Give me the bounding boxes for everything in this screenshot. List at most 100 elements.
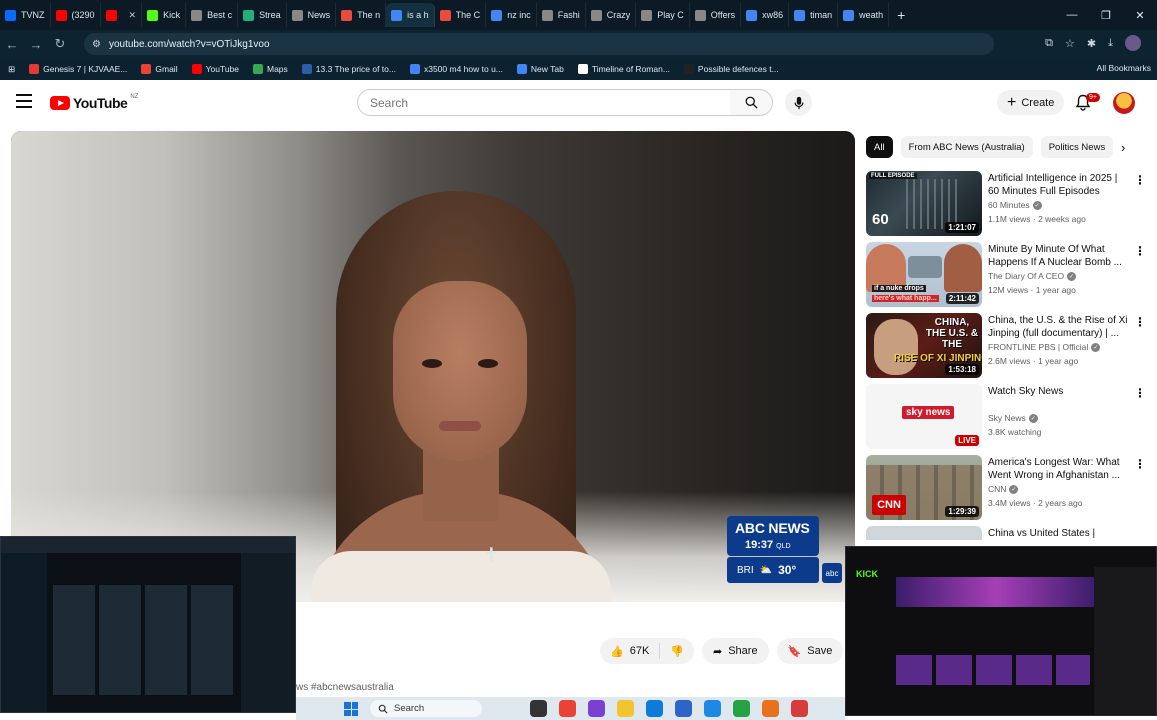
url-omnibox[interactable]: ⚙ youtube.com/watch?v=vOTiJkg1voo <box>84 33 994 55</box>
browser-tab[interactable]: TVNZ <box>0 3 51 27</box>
video-thumbnail[interactable]: CHINA, THE U.S. & THE RISE OF XI JINPING… <box>866 313 982 378</box>
minimize-button[interactable]: — <box>1055 9 1089 21</box>
recommendation-item[interactable]: sky news LIVE Watch Sky News Sky News ✓ 3… <box>866 384 1151 455</box>
recommendation-item[interactable]: CNN 1:29:39 America's Longest War: What … <box>866 455 1151 526</box>
dislike-button[interactable]: 👎 <box>660 645 694 658</box>
video-title[interactable]: America's Longest War: What Went Wrong i… <box>988 456 1128 482</box>
back-arrow-icon[interactable]: ← <box>0 37 24 52</box>
create-button[interactable]: + Create <box>997 90 1065 115</box>
video-title[interactable]: Watch Sky News <box>988 385 1128 398</box>
channel-name[interactable]: Sky News ✓ <box>988 413 1038 423</box>
chrome-icon[interactable] <box>559 700 576 717</box>
browser-tab[interactable]: nz inc <box>486 3 537 27</box>
search-input[interactable] <box>370 95 730 110</box>
file-explorer-icon[interactable] <box>617 700 634 717</box>
browser-tab[interactable]: Kick <box>142 3 187 27</box>
mail-icon[interactable] <box>675 700 692 717</box>
bookmark-item[interactable]: Genesis 7 | KJVAAE... <box>29 64 127 74</box>
channel-name[interactable]: CNN ✓ <box>988 484 1019 494</box>
maximize-button[interactable]: ❐ <box>1089 9 1123 22</box>
bookmark-item[interactable]: Gmail <box>141 64 178 74</box>
video-title[interactable]: Artificial Intelligence in 2025 | 60 Min… <box>988 172 1128 198</box>
description-hashtags[interactable]: ws #abcnewsaustralia <box>296 682 394 693</box>
video-title[interactable]: China vs United States | Behind the Mili… <box>988 527 1128 540</box>
channel-name[interactable]: The Diary Of A CEO ✓ <box>988 271 1077 281</box>
recommendation-item[interactable]: if a nuke drops here's what happ... 2:11… <box>866 242 1151 313</box>
copilot-icon[interactable] <box>588 700 605 717</box>
voice-search-button[interactable] <box>785 89 812 116</box>
site-info-icon[interactable]: ⚙ <box>92 39 101 50</box>
filter-chip[interactable]: All <box>866 136 893 158</box>
youtube-logo[interactable]: YouTube NZ <box>50 94 138 111</box>
taskbar-search[interactable]: Search <box>370 700 482 717</box>
browser-tab[interactable]: The n <box>336 3 387 27</box>
browser-tab[interactable]: ✕ <box>101 3 143 27</box>
browser-tab[interactable]: xw86 <box>741 3 790 27</box>
chips-next-arrow-icon[interactable]: › <box>1121 140 1125 155</box>
video-title[interactable]: Minute By Minute Of What Happens If A Nu… <box>988 243 1128 269</box>
video-title[interactable]: China, the U.S. & the Rise of Xi Jinping… <box>988 314 1128 340</box>
more-options-icon[interactable]: ⋮ <box>1134 386 1146 400</box>
windows-start-icon[interactable] <box>344 702 358 716</box>
browser-tab[interactable]: News <box>287 3 337 27</box>
more-options-icon[interactable]: ⋮ <box>1134 173 1146 187</box>
bookmark-item[interactable]: YouTube <box>191 64 239 74</box>
bookmark-item[interactable]: New Tab <box>516 64 564 74</box>
tab-close-icon[interactable]: ✕ <box>129 10 137 21</box>
browser-tab[interactable]: Offers <box>690 3 742 27</box>
recommendation-item[interactable]: CHINA, THE U.S. & THE RISE OF XI JINPING… <box>866 313 1151 384</box>
browser-tab[interactable]: Best c <box>186 3 239 27</box>
browser-tab[interactable]: weath <box>838 3 890 27</box>
bookmark-item[interactable]: x3500 m4 how to u... <box>409 64 503 74</box>
app-icon[interactable] <box>733 700 750 717</box>
browser-tab[interactable]: Fashi <box>537 3 586 27</box>
channel-name[interactable]: FRONTLINE PBS | Official ✓ <box>988 342 1101 352</box>
apps-grid-icon[interactable]: ⊞ <box>8 64 15 75</box>
close-window-button[interactable]: ✕ <box>1123 9 1157 22</box>
edge-icon[interactable] <box>646 700 663 717</box>
downloads-icon[interactable]: ⤓ <box>1108 37 1113 50</box>
url-text[interactable]: youtube.com/watch?v=vOTiJkg1voo <box>109 39 270 50</box>
reload-icon[interactable]: ↻ <box>48 36 72 52</box>
video-thumbnail[interactable] <box>866 526 982 540</box>
media-app-icon[interactable] <box>791 700 808 717</box>
more-options-icon[interactable]: ⋮ <box>1134 457 1146 471</box>
search-box[interactable] <box>357 89 731 116</box>
video-thumbnail[interactable]: FULL EPISODE 60 1:21:07 <box>866 171 982 236</box>
more-options-icon[interactable]: ⋮ <box>1134 244 1146 258</box>
save-button[interactable]: 🔖 Save <box>776 638 844 664</box>
recommendation-item[interactable]: China vs United States | Behind the Mili… <box>866 526 1151 540</box>
filter-chip[interactable]: From ABC News (Australia) <box>900 136 1033 158</box>
all-bookmarks-button[interactable]: All Bookmarks <box>1097 63 1151 73</box>
recommendation-item[interactable]: FULL EPISODE 60 1:21:07 Artificial Intel… <box>866 171 1151 242</box>
extensions-icon[interactable]: ✱ <box>1087 37 1096 50</box>
store-icon[interactable] <box>704 700 721 717</box>
filter-chip[interactable]: Politics News <box>1040 136 1114 158</box>
video-thumbnail[interactable]: sky news LIVE <box>866 384 982 449</box>
channel-name[interactable]: 60 Minutes ✓ <box>988 200 1042 210</box>
browser-tab[interactable]: is a h <box>386 3 435 27</box>
task-view-icon[interactable] <box>530 700 547 717</box>
account-avatar[interactable] <box>1113 92 1135 114</box>
bookmark-star-icon[interactable]: ☆ <box>1065 37 1075 50</box>
search-button[interactable] <box>730 89 773 116</box>
like-button[interactable]: 👍 67K <box>600 643 661 659</box>
bookmark-item[interactable]: 13.3 The price of to... <box>301 64 396 74</box>
browser-tab[interactable]: (3290 <box>51 3 101 27</box>
profile-avatar[interactable] <box>1125 35 1141 51</box>
forward-arrow-icon[interactable]: → <box>24 37 48 52</box>
bookmark-item[interactable]: Maps <box>253 64 288 74</box>
browser-tab[interactable]: Strea <box>238 3 287 27</box>
browser-app-icon[interactable] <box>762 700 779 717</box>
video-thumbnail[interactable]: if a nuke drops here's what happ... 2:11… <box>866 242 982 307</box>
browser-tab[interactable]: The C <box>435 3 487 27</box>
browser-tab[interactable]: Crazy <box>586 3 637 27</box>
bookmark-item[interactable]: Timeline of Roman... <box>577 64 670 74</box>
install-app-icon[interactable]: ⧉ <box>1045 37 1053 50</box>
browser-tab[interactable]: timan <box>789 3 839 27</box>
bookmark-item[interactable]: Possible defences t... <box>683 64 779 74</box>
menu-icon[interactable] <box>16 94 32 108</box>
video-thumbnail[interactable]: CNN 1:29:39 <box>866 455 982 520</box>
browser-tab[interactable]: Play C <box>636 3 690 27</box>
more-options-icon[interactable]: ⋮ <box>1134 315 1146 329</box>
